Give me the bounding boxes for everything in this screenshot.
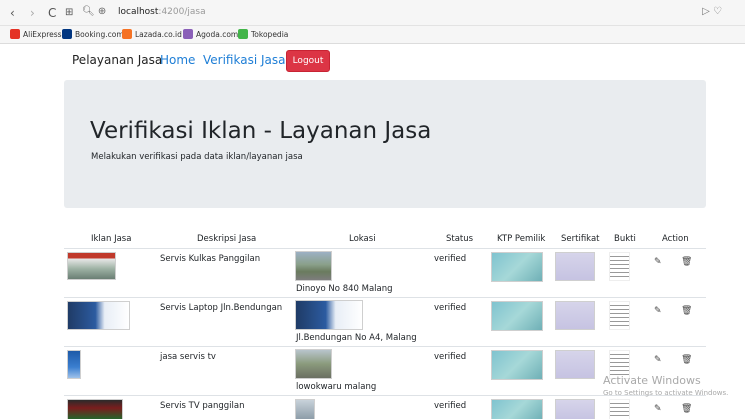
edit-icon[interactable]: ✎	[654, 257, 662, 267]
iklan-thumbnail[interactable]	[67, 301, 130, 330]
table-row: Servis Kulkas Panggilan Dinoyo No 840 Ma…	[0, 248, 745, 297]
ktp-image[interactable]	[491, 301, 543, 331]
ktp-image[interactable]	[491, 399, 543, 419]
bookmark-tokopedia[interactable]: Tokopedia	[238, 29, 288, 39]
tokopedia-icon	[238, 29, 248, 39]
lokasi-photo[interactable]	[295, 251, 332, 281]
deskripsi-text: Servis TV panggilan	[160, 401, 245, 411]
col-lokasi: Lokasi	[349, 234, 376, 244]
ktp-image[interactable]	[491, 350, 543, 380]
iklan-thumbnail[interactable]	[67, 252, 116, 280]
table-row: Servis TV panggilan verified ✎ 🗑︎	[0, 395, 745, 419]
apps-icon[interactable]: ⊞	[65, 6, 73, 20]
lokasi-photo[interactable]	[295, 399, 315, 419]
deskripsi-text: jasa servis tv	[160, 352, 216, 362]
status-text: verified	[434, 303, 467, 313]
page-subtitle: Melakukan verifikasi pada data iklan/lay…	[91, 152, 303, 162]
sertifikat-image[interactable]	[555, 350, 595, 379]
site-info-icon[interactable]: 🔍︎ ⊕	[82, 6, 106, 17]
col-action: Action	[662, 234, 689, 244]
activate-windows-watermark: Activate Windows Go to Settings to activ…	[603, 374, 728, 397]
agoda-icon	[183, 29, 193, 39]
table-row: Servis Laptop Jln.Bendungan Jl.Bendungan…	[0, 297, 745, 346]
edit-icon[interactable]: ✎	[654, 404, 662, 414]
booking-icon	[62, 29, 72, 39]
sertifikat-image[interactable]	[555, 301, 595, 330]
back-icon[interactable]: ‹	[10, 6, 15, 20]
lokasi-photo[interactable]	[295, 300, 363, 330]
col-iklan-jasa: Iklan Jasa	[91, 234, 132, 244]
col-ktp-pemilik: KTP Pemilik	[497, 234, 546, 244]
nav-link-home[interactable]: Home	[160, 53, 195, 67]
trash-icon[interactable]: 🗑︎	[681, 306, 692, 316]
col-sertifikat: Sertifikat	[561, 234, 600, 244]
iklan-thumbnail[interactable]	[67, 399, 123, 419]
bukti-image[interactable]	[609, 301, 630, 330]
trash-icon[interactable]: 🗑︎	[681, 257, 692, 267]
forward-icon[interactable]: ›	[30, 6, 35, 20]
status-text: verified	[434, 401, 467, 411]
reload-icon[interactable]: C	[48, 6, 56, 20]
bookmark-heart-icon[interactable]: ▷ ♡	[702, 6, 722, 17]
col-status: Status	[446, 234, 474, 244]
logout-button[interactable]: Logout	[286, 50, 330, 72]
aliexpress-icon	[10, 29, 20, 39]
page-title: Verifikasi Iklan - Layanan Jasa	[90, 118, 432, 144]
status-text: verified	[434, 352, 467, 362]
bukti-image[interactable]	[609, 252, 630, 281]
watermark-subtitle: Go to Settings to activate Windows.	[603, 389, 729, 397]
bookmark-aliexpress[interactable]: AliExpress	[10, 29, 62, 39]
browser-toolbar: ‹ › C ⊞ 🔍︎ ⊕ localhost:4200/jasa ▷ ♡	[0, 0, 745, 26]
bukti-image[interactable]	[609, 399, 630, 419]
nav-link-verifikasi-jasa[interactable]: Verifikasi Jasa	[203, 53, 285, 67]
col-bukti: Bukti	[614, 234, 636, 244]
lokasi-text: Jl.Bendungan No A4, Malang	[296, 333, 417, 343]
url-text: localhost:4200/jasa	[118, 7, 206, 17]
jumbotron: Verifikasi Iklan - Layanan Jasa Melakuka…	[64, 80, 706, 208]
deskripsi-text: Servis Laptop Jln.Bendungan	[160, 303, 283, 313]
bookmarks-bar: AliExpress Booking.com Lazada.co.id Agod…	[0, 26, 745, 44]
edit-icon[interactable]: ✎	[654, 355, 662, 365]
sertifikat-image[interactable]	[555, 252, 595, 281]
bookmark-lazada[interactable]: Lazada.co.id	[122, 29, 182, 39]
bookmark-agoda[interactable]: Agoda.com	[183, 29, 238, 39]
lokasi-text: lowokwaru malang	[296, 382, 377, 392]
edit-icon[interactable]: ✎	[654, 306, 662, 316]
bookmark-booking[interactable]: Booking.com	[62, 29, 124, 39]
col-deskripsi-jasa: Deskripsi Jasa	[197, 234, 257, 244]
trash-icon[interactable]: 🗑︎	[681, 355, 692, 365]
deskripsi-text: Servis Kulkas Panggilan	[160, 254, 261, 264]
lokasi-photo[interactable]	[295, 349, 332, 379]
trash-icon[interactable]: 🗑︎	[681, 404, 692, 414]
sertifikat-image[interactable]	[555, 399, 595, 419]
lokasi-text: Dinoyo No 840 Malang	[296, 284, 393, 294]
navbar-brand[interactable]: Pelayanan Jasa	[72, 53, 162, 67]
lazada-icon	[122, 29, 132, 39]
status-text: verified	[434, 254, 467, 264]
iklan-thumbnail[interactable]	[67, 350, 81, 379]
watermark-title: Activate Windows	[603, 374, 701, 387]
ktp-image[interactable]	[491, 252, 543, 282]
address-bar[interactable]: 🔍︎ ⊕ localhost:4200/jasa ▷ ♡	[80, 5, 740, 22]
